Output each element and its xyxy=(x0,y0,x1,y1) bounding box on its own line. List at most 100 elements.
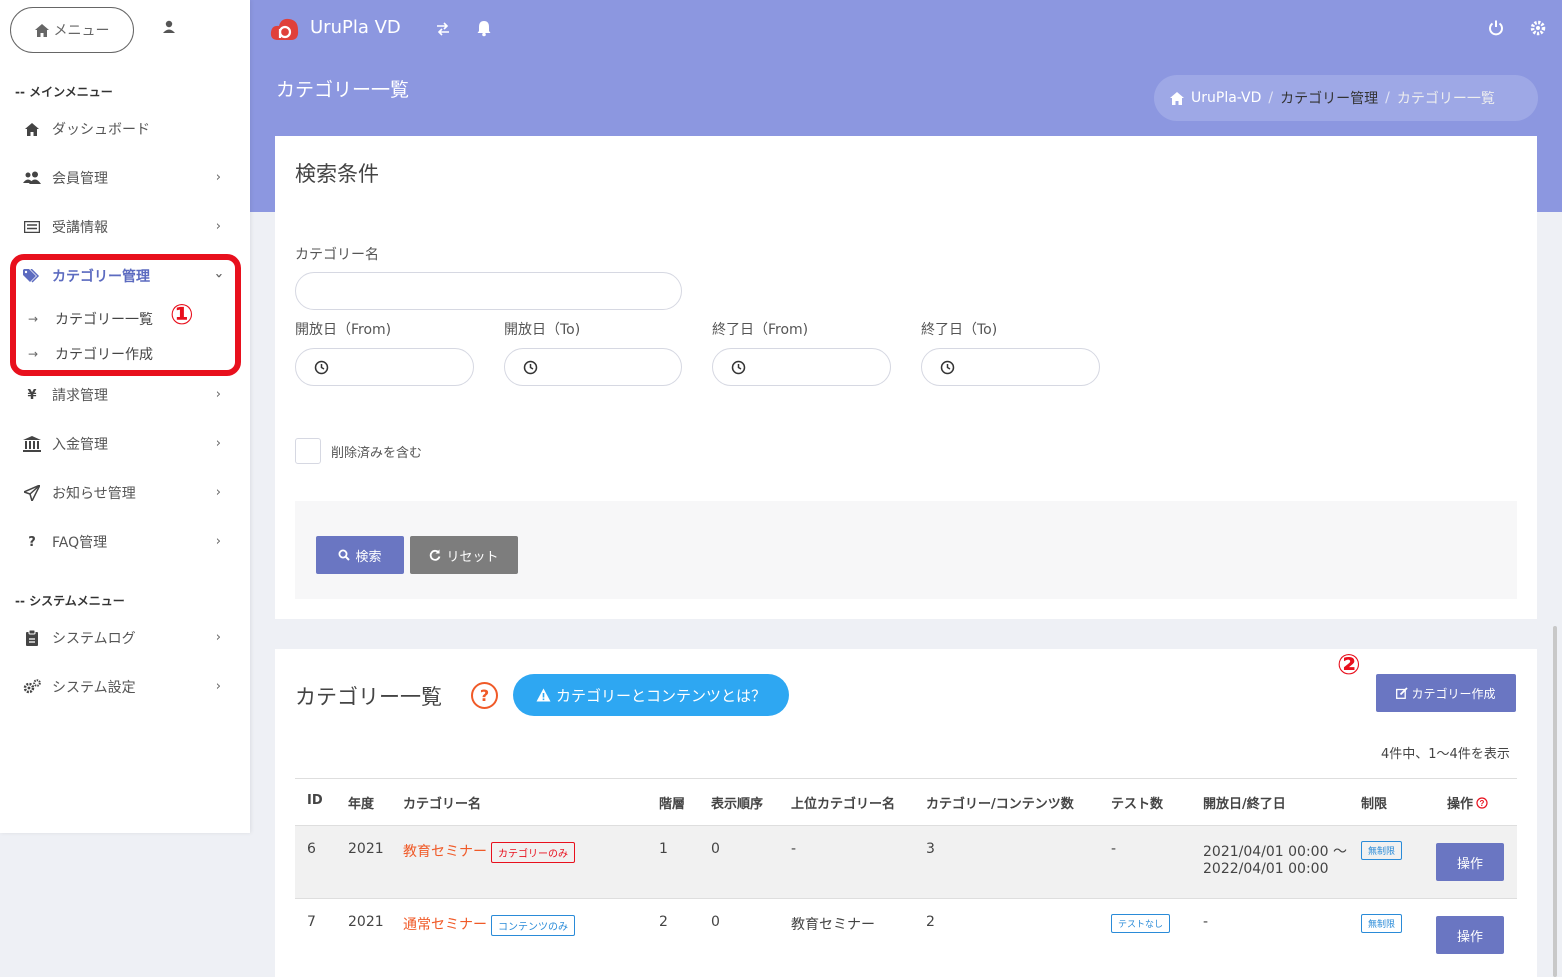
main-menu-title: -- メインメニュー xyxy=(15,85,113,99)
sidebar-item-faq[interactable]: ? FAQ管理 › xyxy=(22,527,227,557)
sidebar-item-label: システム設定 xyxy=(52,680,136,696)
table-row: 7 2021 通常セミナー コンテンツのみ 2 0 教育セミナー 2 テストなし … xyxy=(295,898,1517,971)
system-menu-title: -- システムメニュー xyxy=(15,594,125,608)
col-header-dates[interactable]: 開放日/終了日 xyxy=(1203,793,1286,812)
page-title: カテゴリー一覧 xyxy=(276,79,410,101)
col-header-year[interactable]: 年度 xyxy=(348,793,374,812)
annotation-2: ② xyxy=(1337,648,1361,681)
home-icon xyxy=(34,23,49,37)
search-button-label: 検索 xyxy=(355,549,382,565)
sidebar-item-label: 請求管理 xyxy=(52,388,108,404)
tests-badge: テストなし xyxy=(1111,914,1171,933)
bell-icon[interactable] xyxy=(475,19,493,37)
breadcrumb: UruPla-VD / カテゴリー管理 / カテゴリー一覧 xyxy=(1154,75,1538,121)
paper-plane-icon xyxy=(22,483,42,503)
highlight-box xyxy=(10,254,241,376)
chevron-right-icon: › xyxy=(215,170,221,185)
end-to-label: 終了日（To) xyxy=(921,322,998,338)
sidebar-item-system-settings[interactable]: システム設定 › xyxy=(22,672,227,702)
open-to-input[interactable] xyxy=(504,348,682,386)
action-button[interactable]: 操作 xyxy=(1436,843,1504,881)
sidebar-item-label: FAQ管理 xyxy=(52,535,108,551)
page-scrollbar[interactable] xyxy=(1553,626,1557,977)
type-badge: カテゴリーのみ xyxy=(491,841,575,863)
category-name-link[interactable]: 通常セミナー xyxy=(403,917,487,933)
menu-button[interactable]: メニュー xyxy=(10,7,134,53)
action-button[interactable]: 操作 xyxy=(1436,916,1504,954)
col-header-name[interactable]: カテゴリー名 xyxy=(403,793,481,812)
category-content-info-button[interactable]: カテゴリーとコンテンツとは？ xyxy=(513,674,789,716)
refresh-icon xyxy=(430,549,441,561)
sidebar-item-payment[interactable]: 入金管理 › xyxy=(22,429,227,459)
sidebar: メニュー -- メインメニュー ダッシュボード 会員管理 › 受講情報 › カテ… xyxy=(0,0,250,833)
breadcrumb-item-home[interactable]: UruPla-VD xyxy=(1191,90,1261,106)
chevron-right-icon: › xyxy=(215,436,221,451)
cell-order: 0 xyxy=(711,914,720,930)
breadcrumb-item-category-management[interactable]: カテゴリー管理 xyxy=(1280,88,1378,108)
clock-icon xyxy=(731,360,746,374)
cell-year: 2021 xyxy=(348,914,384,930)
col-header-count[interactable]: カテゴリー/コンテンツ数 xyxy=(926,793,1074,812)
result-count: 4件中、1〜4件を表示 xyxy=(1381,747,1510,762)
end-to-input[interactable] xyxy=(921,348,1100,386)
clipboard-icon xyxy=(22,628,42,648)
help-icon: ? xyxy=(1476,796,1488,809)
include-deleted-checkbox[interactable] xyxy=(295,438,321,464)
help-icon[interactable]: ? xyxy=(471,682,498,709)
col-header-parent[interactable]: 上位カテゴリー名 xyxy=(791,793,895,812)
col-header-tests[interactable]: テスト数 xyxy=(1111,793,1163,812)
search-icon xyxy=(338,549,351,561)
table-top-border xyxy=(295,778,1517,779)
annotation-1: ① xyxy=(170,298,194,331)
search-button[interactable]: 検索 xyxy=(316,536,404,574)
col-header-level[interactable]: 階層 xyxy=(659,793,685,812)
category-name-label: カテゴリー名 xyxy=(295,247,379,263)
svg-text:?: ? xyxy=(1480,799,1485,808)
app-title[interactable]: UruPla VD xyxy=(310,17,401,38)
sidebar-item-label: お知らせ管理 xyxy=(52,486,136,502)
cell-parent: - xyxy=(791,841,797,857)
limit-badge: 無制限 xyxy=(1361,914,1403,933)
open-from-input[interactable] xyxy=(295,348,474,386)
list-icon xyxy=(22,217,42,237)
users-icon xyxy=(22,168,42,188)
category-name-link[interactable]: 教育セミナー xyxy=(403,844,487,860)
col-header-id[interactable]: ID xyxy=(307,793,323,808)
reset-button-label: リセット xyxy=(446,549,499,565)
cell-id: 6 xyxy=(307,841,316,857)
end-from-input[interactable] xyxy=(712,348,891,386)
sidebar-item-dashboard[interactable]: ダッシュボード xyxy=(22,114,227,144)
sidebar-item-system-log[interactable]: システムログ › xyxy=(22,623,227,653)
cell-date-to: 2022/04/01 00:00 xyxy=(1203,861,1329,877)
search-card-title: 検索条件 xyxy=(295,162,379,186)
reset-button[interactable]: リセット xyxy=(410,536,518,574)
col-header-action[interactable]: 操作 ? xyxy=(1447,793,1488,812)
clock-icon xyxy=(314,360,329,374)
sidebar-item-billing[interactable]: ¥ 請求管理 › xyxy=(22,380,227,410)
limit-badge: 無制限 xyxy=(1361,841,1403,860)
cell-year: 2021 xyxy=(348,841,384,857)
question-icon: ? xyxy=(28,534,36,550)
gear-icon[interactable] xyxy=(1529,19,1547,37)
open-from-label: 開放日（From) xyxy=(295,322,392,338)
category-name-input[interactable] xyxy=(295,272,682,310)
category-list-card: カテゴリー一覧 ? カテゴリーとコンテンツとは？ ② カテゴリー作成 4件中、1… xyxy=(275,649,1537,977)
home-icon xyxy=(1170,91,1184,105)
cell-tests: - xyxy=(1111,841,1117,857)
include-deleted-label: 削除済みを含む xyxy=(331,446,423,461)
sidebar-item-notices[interactable]: お知らせ管理 › xyxy=(22,478,227,508)
sidebar-item-label: 会員管理 xyxy=(52,171,108,187)
sidebar-item-members[interactable]: 会員管理 › xyxy=(22,163,227,193)
sidebar-item-attendance[interactable]: 受講情報 › xyxy=(22,212,227,242)
table-row: 6 2021 教育セミナー カテゴリーのみ 1 0 - 3 - 2021/04/0… xyxy=(295,825,1517,898)
user-icon[interactable] xyxy=(160,18,178,36)
col-header-order[interactable]: 表示順序 xyxy=(711,793,763,812)
col-header-limit[interactable]: 制限 xyxy=(1361,793,1387,812)
type-badge: コンテンツのみ xyxy=(491,914,575,936)
create-category-button[interactable]: カテゴリー作成 xyxy=(1376,674,1516,712)
breadcrumb-item-current: カテゴリー一覧 xyxy=(1396,91,1495,107)
cell-date: - xyxy=(1203,914,1209,930)
power-icon[interactable] xyxy=(1487,19,1505,37)
sidebar-item-label: 受講情報 xyxy=(52,220,108,236)
swap-icon[interactable] xyxy=(434,20,452,38)
